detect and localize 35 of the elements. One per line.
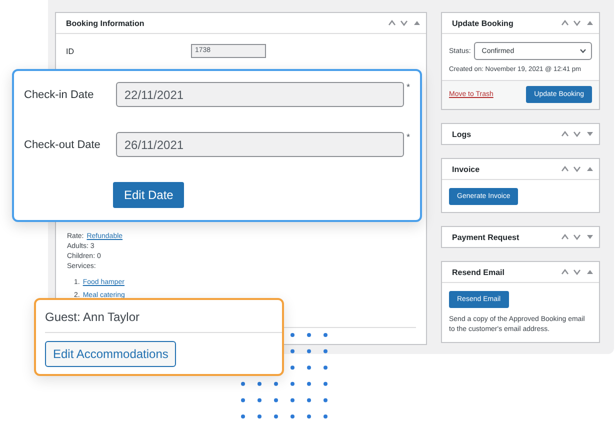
triangle-up-icon[interactable] [587, 166, 593, 172]
chevron-up-icon[interactable] [561, 268, 569, 276]
chevron-down-icon[interactable] [573, 165, 581, 173]
panel-title: Resend Email [452, 268, 506, 276]
chevron-up-icon[interactable] [561, 165, 569, 173]
chevron-down-icon[interactable] [400, 19, 408, 27]
chevron-up-icon[interactable] [388, 19, 396, 27]
panel-title: Update Booking [452, 18, 514, 28]
edit-date-button[interactable]: Edit Date [113, 182, 184, 208]
chevron-down-icon[interactable] [573, 19, 581, 27]
guest-name: Guest: Ann Taylor [45, 310, 282, 333]
triangle-up-icon[interactable] [587, 269, 593, 275]
chevron-down-icon[interactable] [573, 233, 581, 241]
chevron-down-icon[interactable] [573, 268, 581, 276]
edit-accommodations-button[interactable]: Edit Accommodations [45, 341, 176, 367]
triangle-down-icon[interactable] [587, 234, 593, 240]
required-mark: * [406, 82, 410, 92]
triangle-up-icon[interactable] [414, 20, 420, 26]
triangle-up-icon[interactable] [587, 20, 593, 26]
panel-title: Payment Request [452, 232, 520, 242]
date-field[interactable]: 22/11/2021 [116, 82, 404, 107]
caret-icon [580, 49, 586, 53]
panel-title: Invoice [452, 164, 481, 174]
date-field[interactable]: 26/11/2021 [116, 132, 404, 157]
panel-title: Logs [452, 130, 472, 138]
chevron-up-icon[interactable] [561, 19, 569, 27]
field-label: Check-out Date [24, 138, 102, 150]
required-mark: * [406, 132, 410, 142]
field-label: Check-in Date [24, 88, 95, 100]
chevron-up-icon[interactable] [561, 233, 569, 241]
triangle-down-icon[interactable] [587, 131, 593, 137]
field-label: ID [66, 46, 75, 56]
chevron-up-icon[interactable] [561, 130, 569, 138]
chevron-down-icon[interactable] [573, 130, 581, 138]
panel-title: Booking Information [66, 18, 146, 28]
